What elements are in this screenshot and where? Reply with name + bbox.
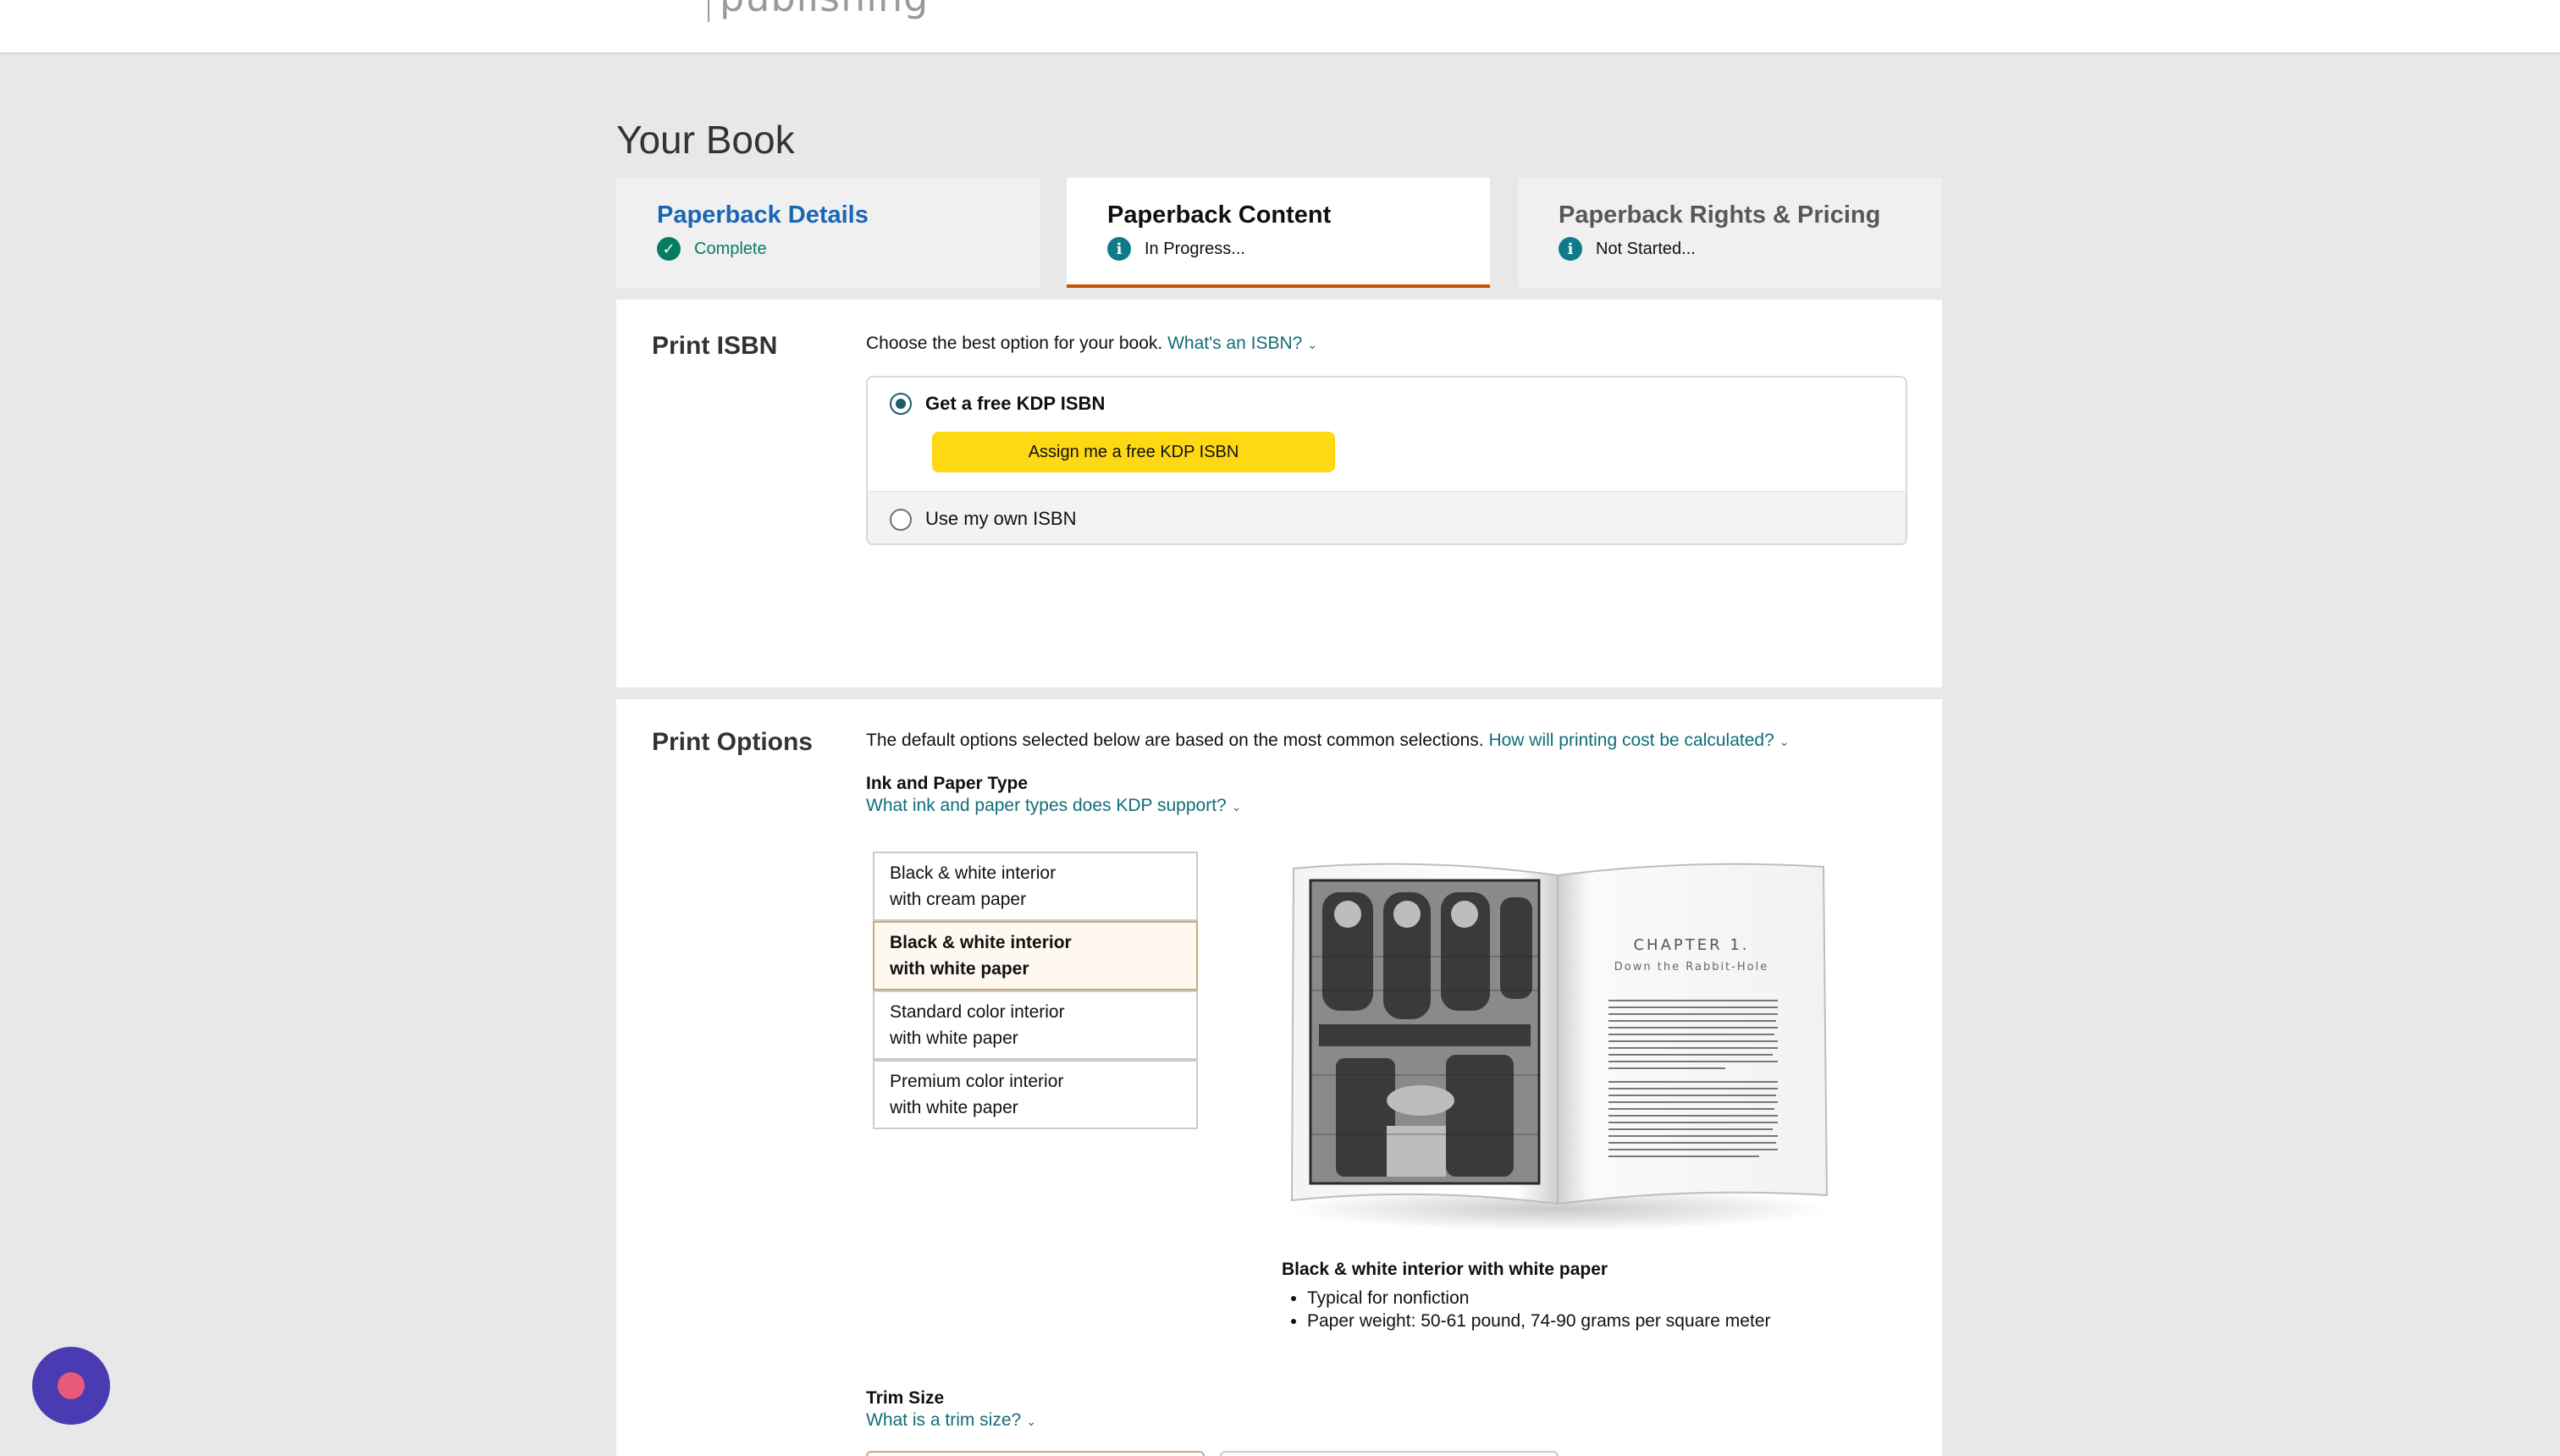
whats-an-isbn-link[interactable]: What's an ISBN? ⌄ [1167, 334, 1317, 353]
section-label: Print ISBN [652, 332, 778, 360]
chevron-down-icon: ⌄ [1307, 338, 1318, 351]
check-circle-icon: ✓ [657, 237, 681, 261]
tab-paperback-details[interactable]: Paperback Details ✓ Complete [616, 178, 1040, 288]
tab-title[interactable]: Paperback Content [1107, 201, 1331, 229]
bullet-item: Paper weight: 50-61 pound, 74-90 grams p… [1307, 1310, 1771, 1332]
book-preview-image: CHAPTER 1. Down the Rabbit-Hole [1287, 863, 1829, 1231]
ink-option-bw-white[interactable]: Black & white interior with white paper [873, 921, 1198, 990]
preview-bullets: Typical for nonfiction Paper weight: 50-… [1282, 1287, 1771, 1332]
print-isbn-section: Print ISBN Choose the best option for yo… [616, 300, 1942, 687]
own-isbn-label[interactable]: Use my own ISBN [925, 508, 1077, 530]
trim-option-selected[interactable] [866, 1451, 1205, 1456]
link-text[interactable]: What is a trim size? [866, 1410, 1021, 1430]
option-line: Premium color interior [890, 1072, 1064, 1091]
info-icon: i [1559, 237, 1582, 261]
tab-status: i Not Started... [1559, 237, 1696, 261]
preview-caption: Black & white interior with white paper [1282, 1260, 1608, 1279]
tab-status: i In Progress... [1107, 237, 1245, 261]
status-text: Complete [694, 239, 767, 258]
link-text[interactable]: What ink and paper types does KDP suppor… [866, 796, 1227, 815]
link-text[interactable]: What's an ISBN? [1167, 334, 1302, 353]
ink-option-standard-color[interactable]: Standard color interior with white paper [873, 990, 1198, 1060]
trim-size-heading: Trim Size [866, 1388, 945, 1408]
section-label: Print Options [652, 728, 813, 756]
assign-free-isbn-button[interactable]: Assign me a free KDP ISBN [932, 432, 1335, 472]
chapter-title: Down the Rabbit-Hole [1614, 961, 1768, 973]
tab-status: ✓ Complete [657, 237, 767, 261]
chat-widget-button[interactable] [32, 1347, 110, 1425]
tab-title[interactable]: Paperback Details [657, 201, 869, 229]
option-line: Standard color interior [890, 1002, 1065, 1022]
intro-text: The default options selected below are b… [866, 731, 1484, 750]
print-options-section: Print Options The default options select… [616, 699, 1942, 1456]
link-text[interactable]: How will printing cost be calculated? [1488, 731, 1774, 750]
chevron-down-icon: ⌄ [1231, 800, 1242, 813]
chevron-down-icon: ⌄ [1779, 735, 1790, 748]
ink-option-bw-cream[interactable]: Black & white interior with cream paper [873, 852, 1198, 921]
free-isbn-label[interactable]: Get a free KDP ISBN [925, 393, 1105, 415]
tab-paperback-rights-pricing[interactable]: Paperback Rights & Pricing i Not Started… [1518, 178, 1941, 288]
status-text: In Progress... [1145, 239, 1245, 258]
trim-option[interactable] [1220, 1451, 1559, 1456]
radio-own-isbn[interactable] [890, 509, 912, 531]
page-title: Your Book [616, 118, 795, 162]
chat-icon [58, 1372, 85, 1399]
isbn-prompt: Choose the best option for your book. Wh… [866, 334, 1317, 354]
chapter-number: CHAPTER 1. [1633, 936, 1749, 954]
top-bar: publishing [0, 0, 2560, 54]
option-line: with white paper [890, 959, 1029, 979]
bullet-item: Typical for nonfiction [1307, 1287, 1771, 1310]
option-line: Black & white interior [890, 863, 1057, 883]
tab-paperback-content[interactable]: Paperback Content i In Progress... [1067, 178, 1490, 288]
own-isbn-row[interactable]: Use my own ISBN [868, 491, 1906, 543]
option-line: Black & white interior [890, 933, 1072, 952]
tab-title[interactable]: Paperback Rights & Pricing [1559, 201, 1880, 229]
ink-option-premium-color[interactable]: Premium color interior with white paper [873, 1060, 1198, 1129]
printing-cost-link[interactable]: How will printing cost be calculated? ⌄ [1488, 731, 1789, 750]
option-line: with cream paper [890, 890, 1027, 909]
print-options-intro: The default options selected below are b… [866, 731, 1790, 751]
ink-paper-help-link[interactable]: What ink and paper types does KDP suppor… [866, 796, 1241, 816]
trim-size-help-link[interactable]: What is a trim size? ⌄ [866, 1410, 1036, 1431]
isbn-options-box: Get a free KDP ISBN Assign me a free KDP… [866, 376, 1907, 545]
chevron-down-icon: ⌄ [1026, 1415, 1036, 1428]
info-icon: i [1107, 237, 1131, 261]
radio-free-isbn[interactable] [890, 393, 912, 415]
option-line: with white paper [890, 1029, 1018, 1048]
logo-divider [708, 0, 709, 22]
kdp-logo[interactable]: publishing [720, 0, 929, 20]
isbn-prompt-text: Choose the best option for your book. [866, 334, 1163, 353]
status-text: Not Started... [1596, 239, 1696, 258]
option-line: with white paper [890, 1098, 1018, 1117]
ink-paper-heading: Ink and Paper Type [866, 774, 1028, 793]
